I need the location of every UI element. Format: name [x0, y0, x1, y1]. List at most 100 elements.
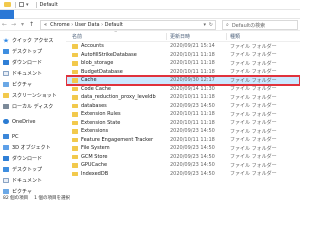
sidebar-item[interactable]: ピクチャ	[0, 79, 64, 90]
up-icon[interactable]: ↑	[27, 20, 36, 30]
sidebar-item-label: ドキュメント	[12, 71, 43, 77]
sidebar-item-label: OneDrive	[12, 118, 36, 125]
sidebar-item[interactable]: ダウンロード	[0, 57, 64, 68]
sidebar-item-label: 3D オブジェクト	[12, 145, 51, 151]
file-type: ファイル フォルダー	[230, 111, 277, 118]
address-bar[interactable]: « Chrome › User Data › Default ▾ ↻	[40, 20, 216, 30]
document-icon	[3, 178, 9, 183]
file-date: 2020/10/11 11:18	[170, 51, 215, 58]
breadcrumb-segment[interactable]: Chrome	[50, 22, 70, 28]
table-row[interactable]: databases 2020/09/23 14:50 ファイル フォルダー	[66, 102, 300, 111]
column-header-row: ^ 名前 更新日時 種類	[66, 31, 300, 42]
file-name: GPUCache	[81, 162, 108, 169]
document-icon	[3, 71, 9, 76]
breadcrumb-segment[interactable]: User Data	[75, 22, 100, 28]
file-date: 2020/09/14 11:30	[170, 85, 215, 92]
desktop-icon	[3, 49, 9, 54]
column-header-type[interactable]: 種類	[230, 33, 240, 40]
chevron-down-icon[interactable]: ▾	[26, 2, 29, 8]
search-input[interactable]: ⌕ Defaultの検索	[222, 20, 298, 30]
sidebar-item[interactable]: ピクチャ	[0, 186, 64, 195]
table-row[interactable]: Extensions 2020/09/23 14:50 ファイル フォルダー	[66, 127, 300, 136]
file-name: databases	[81, 102, 107, 109]
chevron-right-icon: ›	[71, 22, 74, 28]
cloud-icon	[3, 119, 9, 124]
file-name: File System	[81, 145, 110, 152]
forward-icon[interactable]: →	[9, 20, 18, 30]
star-icon	[3, 38, 9, 43]
recent-dropdown-icon[interactable]: ▾	[18, 20, 27, 30]
table-row[interactable]: GCM Store 2020/09/23 14:50 ファイル フォルダー	[66, 153, 300, 162]
sidebar-item[interactable]: スクリーンショット	[0, 90, 64, 101]
folder-icon	[72, 146, 78, 151]
sidebar-item[interactable]: ローカル ディスク	[0, 101, 64, 112]
back-icon[interactable]: ←	[0, 20, 9, 30]
table-row[interactable]: Extension State 2020/10/11 11:18 ファイル フォルダ…	[66, 119, 300, 128]
breadcrumb-segment[interactable]: Default	[105, 22, 123, 28]
sidebar-item-label: ローカル ディスク	[12, 104, 54, 110]
table-row[interactable]: AutofillStrikeDatabase 2020/10/11 11:18 ファ…	[66, 51, 300, 60]
download-icon	[3, 60, 9, 65]
sidebar-item-label: ピクチャ	[12, 82, 32, 88]
file-type: ファイル フォルダー	[230, 103, 277, 110]
chevron-down-icon[interactable]: ▾	[203, 22, 206, 28]
table-row[interactable]: BudgetDatabase 2020/10/11 11:18 ファイル フォルダー	[66, 68, 300, 77]
file-type: ファイル フォルダー	[230, 43, 277, 50]
table-row[interactable]: File System 2020/09/23 14:50 ファイル フォルダー	[66, 144, 300, 153]
refresh-icon[interactable]: ↻	[209, 22, 213, 28]
sidebar-item[interactable]: デスクトップ	[0, 164, 64, 175]
sidebar-item[interactable]: 3D オブジェクト	[0, 142, 64, 153]
table-row[interactable]: Feature Engagement Tracker 2020/10/11 11:…	[66, 136, 300, 145]
file-name: Code Cache	[81, 85, 111, 92]
sidebar-item[interactable]: クイック アクセス	[0, 35, 64, 46]
sidebar-item[interactable]: ドキュメント	[0, 68, 64, 79]
table-row[interactable]: Extension Rules 2020/10/11 11:18 ファイル フォルダ…	[66, 110, 300, 119]
file-name: Accounts	[81, 43, 104, 50]
sidebar-item[interactable]: OneDrive	[0, 116, 64, 127]
folder-icon	[72, 120, 78, 125]
file-date: 2020/09/23 14:50	[170, 170, 215, 177]
file-name: GCM Store	[81, 153, 108, 160]
selection-count: 1 個の項目を選択	[34, 196, 70, 201]
sidebar-item[interactable]: ドキュメント	[0, 175, 64, 186]
file-date: 2020/09/30 12:17	[170, 77, 215, 84]
file-type: ファイル フォルダー	[230, 171, 277, 178]
table-row[interactable]: Accounts 2020/09/21 15:14 ファイル フォルダー	[66, 42, 300, 51]
sidebar-item-label: ダウンロード	[12, 60, 43, 66]
sidebar-item-label: デスクトップ	[12, 167, 43, 173]
file-date: 2020/10/11 11:18	[170, 94, 215, 101]
window-title: Default	[39, 1, 58, 8]
search-placeholder: Defaultの検索	[231, 22, 266, 29]
file-date: 2020/09/23 14:50	[170, 128, 215, 135]
sidebar-item[interactable]: PC	[0, 131, 64, 142]
table-row[interactable]: Cache 2020/09/30 12:17 ファイル フォルダー	[66, 75, 300, 86]
table-row[interactable]: GPUCache 2020/09/23 14:50 ファイル フォルダー	[66, 161, 300, 170]
sort-ascending-icon: ^	[114, 31, 118, 35]
file-type: ファイル フォルダー	[230, 94, 277, 101]
download-icon	[3, 156, 9, 161]
table-row[interactable]: blob_storage 2020/10/11 11:18 ファイル フォルダー	[66, 59, 300, 68]
folder-icon	[72, 137, 78, 142]
file-date: 2020/09/23 14:50	[170, 162, 215, 169]
sidebar-item-label: クイック アクセス	[12, 38, 54, 44]
file-date: 2020/09/23 14:50	[170, 153, 215, 160]
file-tab[interactable]	[0, 9, 14, 19]
column-header-date[interactable]: 更新日時	[170, 33, 190, 40]
sidebar-item[interactable]: デスクトップ	[0, 46, 64, 57]
disk-icon	[3, 104, 9, 109]
folder-icon	[72, 86, 78, 91]
sidebar-item[interactable]: ダウンロード	[0, 153, 64, 164]
divider	[166, 33, 167, 40]
file-name: Cache	[81, 77, 97, 84]
table-row[interactable]: IndexedDB 2020/09/23 14:50 ファイル フォルダー	[66, 170, 300, 179]
file-type: ファイル フォルダー	[230, 137, 277, 144]
file-name: Extension Rules	[81, 111, 121, 118]
table-row[interactable]: data_reduction_proxy_leveldb 2020/10/11 1…	[66, 93, 300, 102]
column-header-name[interactable]: 名前	[72, 33, 82, 40]
table-row[interactable]: Code Cache 2020/09/14 11:30 ファイル フォルダー	[66, 85, 300, 94]
file-list: ^ 名前 更新日時 種類 Accounts 2020/09/21 15:14 ファイ…	[66, 31, 300, 195]
file-date: 2020/09/21 15:14	[170, 43, 215, 50]
file-date: 2020/09/23 14:50	[170, 102, 215, 109]
sidebar-item-label: デスクトップ	[12, 49, 43, 55]
quick-access-checkbox[interactable]	[19, 2, 24, 7]
